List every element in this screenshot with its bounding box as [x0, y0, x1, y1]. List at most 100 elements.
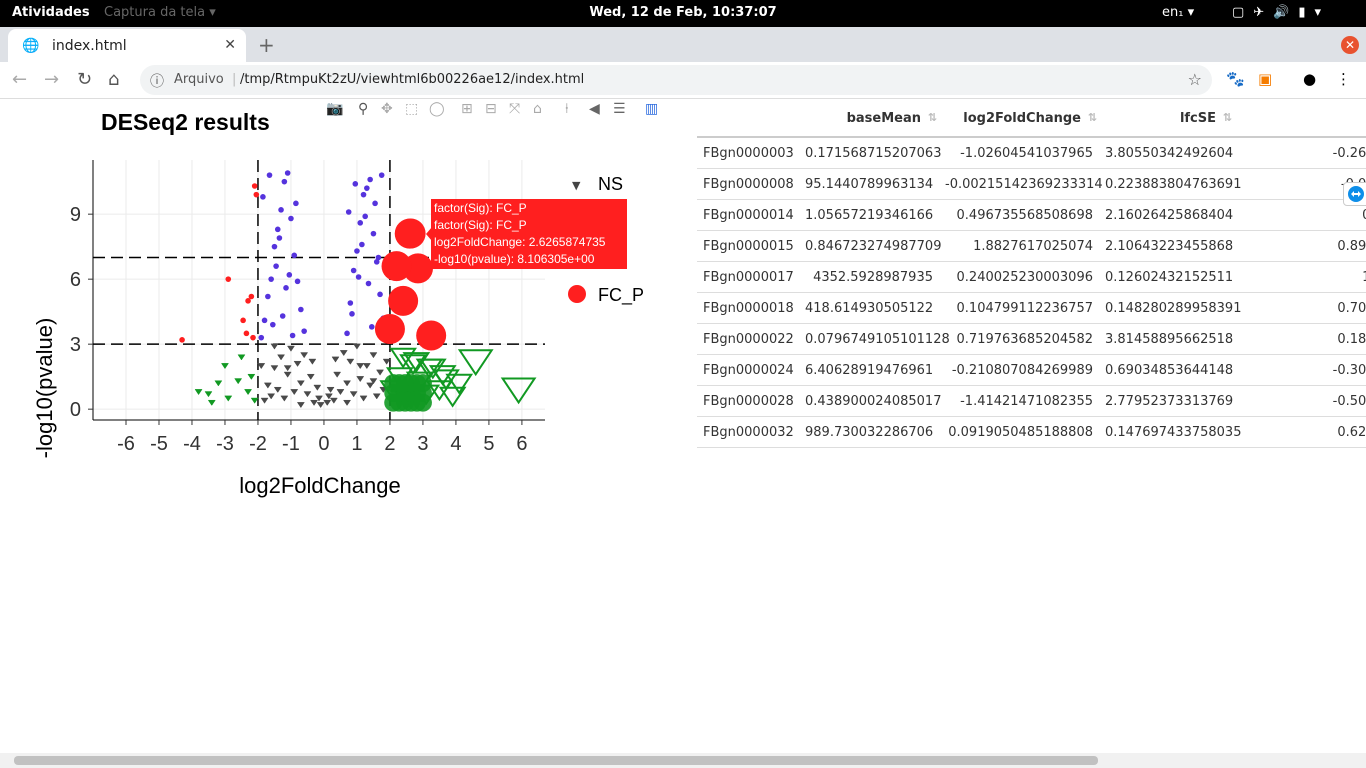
table-cell: -0.269621465496	[1236, 137, 1366, 169]
table-row[interactable]: FBgn0000022 0.0796749105101128 0.719763685…	[697, 323, 1366, 355]
x-tick-label: -2	[249, 433, 267, 455]
scrollbar-thumb[interactable]	[14, 756, 1098, 765]
sort-arrows-icon[interactable]: ⇅	[1088, 111, 1097, 124]
home-icon[interactable]: ⌂	[108, 69, 119, 90]
legend-item-fc-p[interactable]: FC_P	[598, 285, 644, 306]
table-cell: 4352.5928987935	[801, 261, 941, 293]
table-cell: 95.1440789963134	[801, 168, 941, 200]
fc-point	[237, 354, 246, 361]
row-name-cell: FBgn0000008	[697, 168, 801, 200]
tooltip-line: log2FoldChange: 2.6265874735	[434, 235, 606, 249]
column-header-lfcSE[interactable]: lfcSE ⇅	[1101, 100, 1236, 138]
volcano-plot[interactable]: DESeq2 results -6 -5 -4 -3 -2 -1 0 1 2 3 4 5 60369 l…	[0, 98, 690, 518]
table-cell: 0.223883804763691	[1101, 168, 1241, 200]
table-row[interactable]: FBgn0000008 95.1440789963134 -0.0021514236…	[697, 168, 1366, 200]
tooltip-line: -log10(pvalue): 8.106305e+00	[434, 252, 595, 266]
table-cell: 2.10643223455868	[1101, 230, 1236, 262]
table-cell: 6.40628919476961	[801, 354, 941, 386]
ns-point	[362, 363, 371, 370]
p-point	[265, 293, 271, 300]
fc-point	[247, 373, 256, 380]
p-point	[288, 215, 294, 222]
ns-point	[323, 399, 332, 406]
system-tray[interactable]: ▢✈🔊▮▾	[1232, 5, 1330, 20]
column-header-baseMean[interactable]: baseMean ⇅	[801, 100, 941, 138]
p-point	[273, 263, 279, 269]
fc-point	[221, 363, 229, 370]
p-point	[258, 334, 265, 341]
ns-point	[306, 373, 315, 380]
browser-menu-icon[interactable]: ⋮	[1336, 70, 1351, 88]
results-table-container[interactable]: baseMean⇅log2FoldChange⇅lfcSE⇅stat⇅ FBgn…	[697, 100, 1366, 460]
app-menu[interactable]: Captura da tela ▾	[104, 5, 216, 20]
volume-icon: 🔊	[1273, 5, 1299, 20]
window-icon: ▢	[1232, 5, 1254, 20]
extension-orange-icon[interactable]: ▣	[1258, 70, 1272, 88]
fc-p-point	[251, 183, 258, 189]
ns-point	[356, 363, 365, 370]
bookmark-star-icon[interactable]: ☆	[1188, 70, 1202, 89]
profile-avatar-icon[interactable]: ●	[1303, 70, 1316, 88]
back-icon[interactable]: ←	[12, 69, 27, 90]
x-tick-label: 5	[483, 433, 494, 455]
activities-button[interactable]: Atividades	[12, 5, 90, 20]
sort-arrows-icon[interactable]: ⇅	[928, 111, 937, 124]
new-tab-button[interactable]: +	[258, 33, 275, 57]
ns-point	[359, 395, 368, 402]
forward-icon[interactable]: →	[44, 69, 59, 90]
ns-point	[326, 386, 335, 393]
fc-p-point	[250, 334, 256, 341]
address-bar[interactable]: ⓘ Arquivo | /tmp/RtmpuKt2zU/viewhtml6b00…	[140, 65, 1212, 95]
url-text[interactable]: /tmp/RtmpuKt2zU/viewhtml6b00226ae12/inde…	[240, 72, 584, 87]
table-header-row: baseMean⇅log2FoldChange⇅lfcSE⇅stat⇅	[697, 100, 1366, 138]
fc-point	[214, 380, 223, 387]
p-point	[347, 300, 354, 306]
ns-point	[300, 352, 309, 359]
info-icon[interactable]: ⓘ	[150, 71, 164, 91]
table-row[interactable]: FBgn0000014 1.05657219346166 0.49673556850…	[697, 199, 1366, 231]
table-row[interactable]: FBgn0000032 989.730032286706 0.09190504851…	[697, 416, 1366, 448]
ns-point	[308, 358, 317, 365]
table-cell: 1.05657219346166	[801, 199, 941, 231]
x-tick-label: -6	[117, 433, 135, 455]
ns-point	[382, 358, 391, 365]
p-point	[274, 226, 281, 233]
table-row[interactable]: FBgn0000003 0.171568715207063 -1.026045410…	[697, 137, 1366, 169]
table-row[interactable]: FBgn0000024 6.40628919476961 -0.2108070842…	[697, 354, 1366, 386]
column-header-log2FoldChange[interactable]: log2FoldChange ⇅	[941, 100, 1101, 138]
input-language-menu[interactable]: en₁ ▾	[1162, 5, 1194, 20]
table-row[interactable]: FBgn0000028 0.438900024085017 -1.414214710…	[697, 385, 1366, 417]
teamviewer-badge[interactable]	[1343, 182, 1366, 206]
p-point	[352, 181, 359, 187]
table-row[interactable]: FBgn0000017 4352.5928987935 0.240025230003…	[697, 261, 1366, 293]
horizontal-scrollbar[interactable]	[0, 753, 1366, 768]
legend-item-ns[interactable]: NS	[598, 174, 623, 194]
results-table: baseMean⇅log2FoldChange⇅lfcSE⇅stat⇅ FBgn…	[697, 100, 1366, 448]
ns-point	[296, 380, 305, 387]
fc-p-point	[179, 337, 185, 343]
column-header-stat[interactable]: stat⇅	[1236, 100, 1366, 138]
tab-index-html[interactable]: 🌐 index.html ✕	[8, 29, 246, 62]
p-point	[271, 243, 278, 250]
p-point	[260, 194, 266, 200]
close-tab-icon[interactable]: ✕	[224, 37, 236, 53]
table-row[interactable]: FBgn0000018 418.614930505122 0.10479911223…	[697, 292, 1366, 324]
window-close-icon[interactable]: ✕	[1341, 36, 1359, 54]
fc-point	[234, 378, 243, 385]
fc-point	[250, 397, 259, 404]
ns-point	[356, 376, 365, 383]
reload-icon[interactable]: ↻	[77, 69, 92, 90]
x-tick-label: 0	[318, 433, 329, 455]
p-point	[276, 235, 283, 241]
fc-p-point	[253, 191, 260, 198]
p-point	[298, 306, 304, 313]
sort-arrows-icon[interactable]: ⇅	[1223, 111, 1232, 124]
legend-caret-icon[interactable]: ▼	[572, 179, 581, 192]
table-row[interactable]: FBgn0000015 0.846723274987709 1.8827617025…	[697, 230, 1366, 262]
ns-point	[270, 343, 279, 350]
p-point	[355, 274, 362, 280]
extension-paw-icon[interactable]: 🐾	[1226, 70, 1245, 88]
url-separator: |	[232, 72, 237, 87]
fc-point	[500, 377, 537, 405]
table-cell: 1.8827617025074	[941, 230, 1101, 262]
